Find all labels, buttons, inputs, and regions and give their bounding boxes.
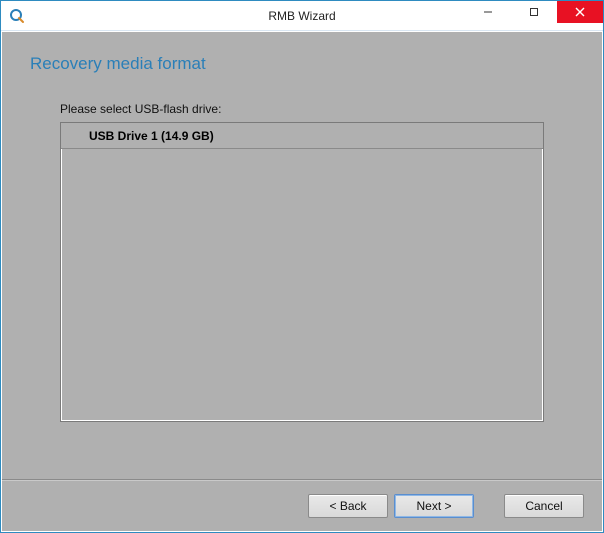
window-controls (465, 1, 603, 23)
next-button[interactable]: Next > (394, 494, 474, 518)
client-area: Recovery media format Please select USB-… (1, 31, 603, 532)
minimize-button[interactable] (465, 1, 511, 23)
content-area: Recovery media format Please select USB-… (2, 32, 602, 479)
page-heading: Recovery media format (30, 54, 586, 74)
prompt-label: Please select USB-flash drive: (60, 102, 586, 116)
titlebar[interactable]: RMB Wizard (1, 1, 603, 31)
close-button[interactable] (557, 1, 603, 23)
app-icon (9, 8, 25, 24)
wizard-window: RMB Wizard Recovery media format Please … (0, 0, 604, 533)
drive-list-item[interactable]: USB Drive 1 (14.9 GB) (61, 123, 543, 149)
back-button[interactable]: < Back (308, 494, 388, 518)
wizard-button-row: < Back Next > Cancel (2, 479, 602, 531)
drive-label: USB Drive 1 (14.9 GB) (89, 129, 214, 143)
cancel-button[interactable]: Cancel (504, 494, 584, 518)
maximize-button[interactable] (511, 1, 557, 23)
cancel-label: Cancel (525, 499, 562, 513)
drive-listbox[interactable]: USB Drive 1 (14.9 GB) (60, 122, 544, 422)
